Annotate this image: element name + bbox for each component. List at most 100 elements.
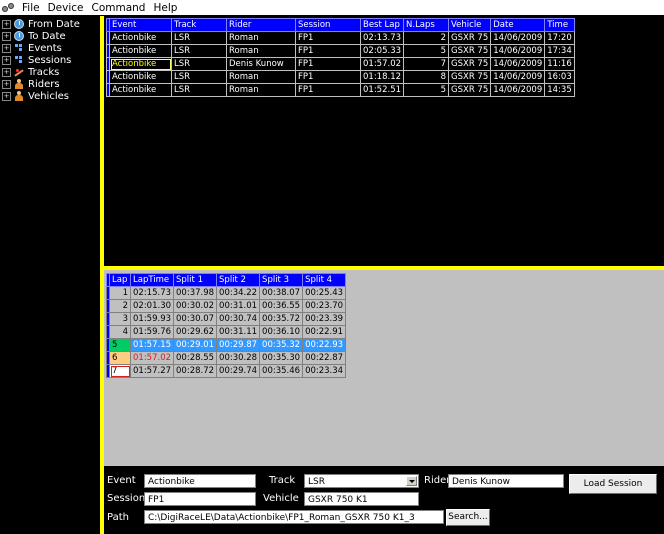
event-field[interactable]: Actionbike — [144, 474, 256, 488]
column-header[interactable]: Vehicle — [448, 18, 492, 32]
cell-n-laps[interactable]: 8 — [403, 70, 450, 84]
cell-session[interactable]: FP1 — [295, 44, 361, 58]
column-header[interactable]: Split 2 — [216, 273, 261, 287]
cell-split-2[interactable]: 00:29.74 — [216, 364, 261, 378]
cell-date[interactable]: 14/06/2009 — [490, 31, 546, 45]
expand-icon[interactable]: + — [2, 31, 11, 41]
cell-split-4[interactable]: 00:25.43 — [302, 286, 347, 300]
table-row[interactable]: Actionbike LSR Roman FP1 01:18.12 8 GSXR… — [106, 70, 575, 84]
cell-event[interactable]: Actionbike — [109, 31, 172, 45]
expand-icon[interactable]: + — [2, 79, 11, 89]
cell-lap[interactable]: 2 — [109, 299, 131, 313]
cell-split-1[interactable]: 00:30.02 — [173, 299, 218, 313]
cell-best-lap[interactable]: 01:52.51 — [359, 83, 405, 97]
cell-time[interactable]: 11:16 — [544, 57, 575, 71]
cell-split-1[interactable]: 00:28.72 — [173, 364, 218, 378]
cell-track[interactable]: LSR — [171, 31, 227, 45]
cell-split-3[interactable]: 00:35.30 — [259, 351, 304, 365]
cell-lap-time[interactable]: 02:15.73 — [129, 286, 175, 300]
cell-lap[interactable]: 7 — [109, 364, 131, 378]
cell-track[interactable]: LSR — [171, 44, 227, 58]
cell-session[interactable]: FP1 — [295, 31, 361, 45]
cell-date[interactable]: 14/06/2009 — [490, 83, 546, 97]
cell-split-2[interactable]: 00:31.01 — [216, 299, 261, 313]
tree-node-sessions[interactable]: + Sessions — [2, 54, 71, 66]
lap-row[interactable]: 1 02:15.73 00:37.98 00:34.22 00:38.07 00… — [106, 286, 347, 300]
cell-split-4[interactable]: 00:23.39 — [302, 312, 347, 326]
column-header[interactable]: Time — [544, 18, 575, 32]
rider-field[interactable]: Denis Kunow — [448, 474, 564, 488]
cell-split-4[interactable]: 00:22.91 — [302, 325, 347, 339]
cell-split-1[interactable]: 00:29.62 — [173, 325, 218, 339]
column-header[interactable]: Best Lap — [359, 18, 405, 32]
tree-node-vehicles[interactable]: + Vehicles — [2, 90, 69, 102]
lap-row-focused[interactable]: 7 01:57.27 00:28.72 00:29.74 00:35.46 00… — [106, 364, 347, 378]
cell-event[interactable]: Actionbike — [109, 57, 172, 71]
cell-vehicle[interactable]: GSXR 75 — [448, 83, 492, 97]
cell-lap-time[interactable]: 01:59.93 — [129, 312, 175, 326]
cell-best-lap[interactable]: 02:05.33 — [359, 44, 405, 58]
column-header[interactable]: N.Laps — [403, 18, 450, 32]
table-row[interactable]: Actionbike LSR Roman FP1 02:05.33 5 GSXR… — [106, 44, 575, 58]
cell-track[interactable]: LSR — [171, 57, 227, 71]
lap-row-selected[interactable]: 5 01:57.15 00:29.01 00:29.87 00:35.32 00… — [106, 338, 347, 352]
column-header[interactable]: Split 3 — [259, 273, 304, 287]
cell-split-4[interactable]: 00:23.70 — [302, 299, 347, 313]
cell-vehicle[interactable]: GSXR 75 — [448, 44, 492, 58]
menu-command[interactable]: Command — [88, 2, 150, 14]
cell-split-3[interactable]: 00:36.55 — [259, 299, 304, 313]
cell-rider[interactable]: Denis Kunow — [226, 57, 296, 71]
cell-event[interactable]: Actionbike — [109, 70, 172, 84]
cell-split-3[interactable]: 00:38.07 — [259, 286, 304, 300]
column-header[interactable]: Date — [490, 18, 546, 32]
column-header[interactable]: LapTime — [129, 273, 175, 287]
expand-icon[interactable]: + — [2, 67, 11, 77]
tree-node-from-date[interactable]: + From Date — [2, 18, 80, 30]
cell-best-lap[interactable]: 01:18.12 — [359, 70, 405, 84]
cell-session[interactable]: FP1 — [295, 57, 361, 71]
cell-session[interactable]: FP1 — [295, 83, 361, 97]
search-button[interactable]: Search... — [446, 509, 490, 526]
cell-lap[interactable]: 6 — [109, 351, 131, 365]
cell-split-1[interactable]: 00:37.98 — [173, 286, 218, 300]
cell-rider[interactable]: Roman — [226, 44, 296, 58]
path-field[interactable]: C:\DigiRaceLE\Data\Actionbike\FP1_Roman_… — [144, 510, 444, 524]
column-header[interactable]: Split 1 — [173, 273, 218, 287]
cell-split-2[interactable]: 00:30.74 — [216, 312, 261, 326]
lap-row[interactable]: 3 01:59.93 00:30.07 00:30.74 00:35.72 00… — [106, 312, 347, 326]
vehicle-field[interactable]: GSXR 750 K1 — [304, 492, 419, 506]
expand-icon[interactable]: + — [2, 19, 11, 29]
chevron-down-icon[interactable] — [406, 476, 417, 486]
cell-session[interactable]: FP1 — [295, 70, 361, 84]
cell-n-laps[interactable]: 7 — [403, 57, 450, 71]
menu-device[interactable]: Device — [44, 2, 88, 14]
cell-split-3[interactable]: 00:36.10 — [259, 325, 304, 339]
cell-event[interactable]: Actionbike — [109, 83, 172, 97]
cell-vehicle[interactable]: GSXR 75 — [448, 57, 492, 71]
cell-track[interactable]: LSR — [171, 70, 227, 84]
cell-time[interactable]: 17:20 — [544, 31, 575, 45]
cell-split-4[interactable]: 00:22.87 — [302, 351, 347, 365]
cell-rider[interactable]: Roman — [226, 83, 296, 97]
tree-node-tracks[interactable]: + Tracks — [2, 66, 59, 78]
cell-split-2[interactable]: 00:34.22 — [216, 286, 261, 300]
cell-split-2[interactable]: 00:29.87 — [216, 338, 261, 352]
column-header[interactable]: Split 4 — [302, 273, 347, 287]
cell-vehicle[interactable]: GSXR 75 — [448, 31, 492, 45]
cell-split-4[interactable]: 00:22.93 — [302, 338, 347, 352]
cell-split-3[interactable]: 00:35.46 — [259, 364, 304, 378]
expand-icon[interactable]: + — [2, 91, 11, 101]
cell-lap[interactable]: 4 — [109, 325, 131, 339]
cell-lap[interactable]: 3 — [109, 312, 131, 326]
cell-split-1[interactable]: 00:28.55 — [173, 351, 218, 365]
cell-split-2[interactable]: 00:31.11 — [216, 325, 261, 339]
lap-row-best[interactable]: 6 01:57.02 00:28.55 00:30.28 00:35.30 00… — [106, 351, 347, 365]
cell-rider[interactable]: Roman — [226, 70, 296, 84]
cell-vehicle[interactable]: GSXR 75 — [448, 70, 492, 84]
cell-best-lap[interactable]: 01:57.02 — [359, 57, 405, 71]
cell-lap[interactable]: 1 — [109, 286, 131, 300]
cell-split-1[interactable]: 00:30.07 — [173, 312, 218, 326]
cell-lap-time[interactable]: 01:57.15 — [129, 338, 175, 352]
cell-split-4[interactable]: 00:23.34 — [302, 364, 347, 378]
cell-n-laps[interactable]: 5 — [403, 83, 450, 97]
